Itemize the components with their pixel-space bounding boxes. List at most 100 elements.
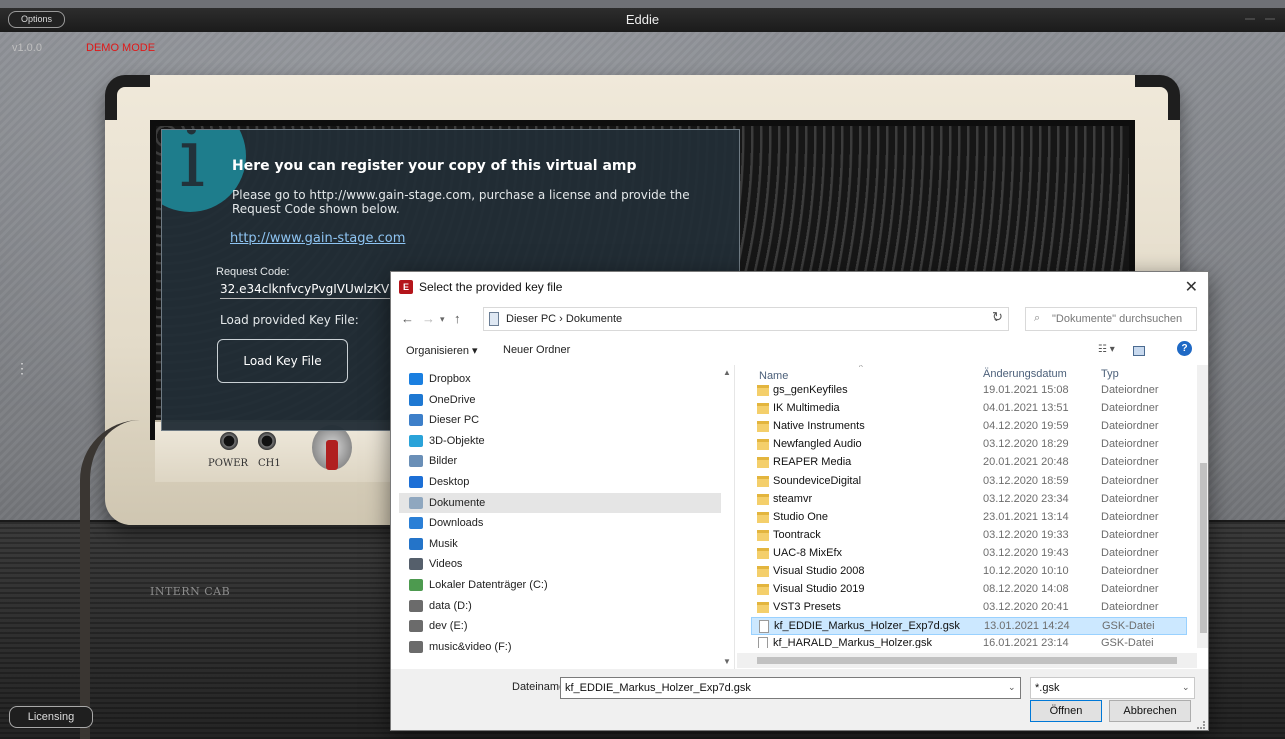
column-name[interactable]: Name: [759, 370, 788, 382]
nav-tree-item[interactable]: Dropbox: [399, 369, 721, 389]
folder-icon: [409, 558, 423, 571]
file-type: Dateiordner: [1101, 384, 1159, 396]
open-button[interactable]: Öffnen: [1030, 700, 1102, 722]
file-row[interactable]: Newfangled Audio 03.12.2020 18:29 Dateiord…: [751, 436, 1187, 454]
cancel-button[interactable]: Abbrechen: [1109, 700, 1191, 722]
file-row[interactable]: steamvr 03.12.2020 23:34 Dateiordner: [751, 491, 1187, 509]
scrollbar-thumb[interactable]: [1200, 463, 1207, 633]
file-name: kf_HARALD_Markus_Holzer.gsk: [773, 637, 932, 648]
column-date[interactable]: Änderungsdatum: [983, 368, 1067, 380]
file-list: ^ Name Änderungsdatum Typ gs_genKeyfiles…: [737, 365, 1197, 648]
minimize-icon[interactable]: [1245, 18, 1255, 20]
load-key-file-button[interactable]: Load Key File: [217, 339, 348, 383]
file-date: 23.01.2021 13:14: [983, 510, 1069, 523]
file-row[interactable]: kf_HARALD_Markus_Holzer.gsk 16.01.2021 23…: [751, 635, 1187, 648]
chevron-down-icon[interactable]: ⌄: [1182, 682, 1190, 693]
nav-tree-item[interactable]: Desktop: [399, 472, 721, 492]
help-icon[interactable]: ?: [1177, 341, 1192, 356]
file-row[interactable]: Native Instruments 04.12.2020 19:59 Dateio…: [751, 418, 1187, 436]
up-arrow-icon[interactable]: ↑: [454, 311, 461, 326]
power-jack[interactable]: [220, 432, 238, 450]
amp-corner: [1135, 75, 1180, 120]
file-row[interactable]: REAPER Media 20.01.2021 20:48 Dateiordner: [751, 454, 1187, 472]
folder-icon: [757, 547, 769, 559]
file-open-dialog: E Select the provided key file ✕ ← → ▾ ↑…: [390, 271, 1209, 731]
file-row[interactable]: Toontrack 03.12.2020 19:33 Dateiordner: [751, 527, 1187, 545]
file-row[interactable]: Studio One 23.01.2021 13:14 Dateiordner: [751, 509, 1187, 527]
file-date: 03.12.2020 19:43: [983, 546, 1069, 559]
file-row[interactable]: UAC-8 MixEfx 03.12.2020 19:43 Dateiordner: [751, 545, 1187, 563]
folder-icon: [409, 455, 423, 468]
ch1-jack[interactable]: [258, 432, 276, 450]
back-arrow-icon[interactable]: ←: [401, 311, 414, 326]
address-bar[interactable]: Dieser PC › Dokumente ⌄: [483, 307, 1009, 331]
app-titlebar: Options Eddie: [0, 8, 1285, 32]
filename-field[interactable]: kf_EDDIE_Markus_Holzer_Exp7d.gsk: [560, 677, 1021, 699]
nav-tree-item[interactable]: music&video (F:): [399, 637, 721, 657]
folder-icon: [409, 414, 423, 427]
file-row[interactable]: SoundeviceDigital 03.12.2020 18:59 Dateior…: [751, 473, 1187, 491]
nav-tree-item[interactable]: Bilder: [399, 451, 721, 471]
nav-tree-item[interactable]: data (D:): [399, 596, 721, 616]
vertical-scrollbar[interactable]: [1197, 365, 1208, 648]
breadcrumb[interactable]: Dieser PC › Dokumente: [506, 313, 622, 325]
file-date: 03.12.2020 18:59: [983, 474, 1069, 487]
scroll-up-icon[interactable]: ▲: [723, 368, 731, 377]
navigation-tree: Dropbox OneDrive Dieser PC 3D-Objekte Bilder…: [391, 365, 735, 669]
preview-pane-icon[interactable]: [1133, 346, 1145, 356]
search-input[interactable]: ⌕ "Dokumente" durchsuchen: [1025, 307, 1197, 331]
view-options-icon[interactable]: ☷ ▾: [1098, 344, 1115, 355]
folder-icon: [409, 537, 423, 550]
file-name: Newfangled Audio: [773, 438, 862, 451]
folder-icon: [409, 517, 423, 530]
app-title: Eddie: [625, 12, 660, 27]
scrollbar-thumb[interactable]: [757, 657, 1177, 664]
licensing-button[interactable]: Licensing: [9, 706, 93, 728]
file-row[interactable]: IK Multimedia 04.01.2021 13:51 Dateiordner: [751, 400, 1187, 418]
recent-locations-icon[interactable]: ▾: [440, 314, 445, 325]
folder-icon: [757, 566, 769, 577]
nav-tree-item[interactable]: Dokumente: [399, 492, 721, 513]
chevron-down-icon[interactable]: ⌄: [1008, 682, 1016, 693]
amp-corner: [105, 75, 150, 120]
gain-stage-link[interactable]: http://www.gain-stage.com: [230, 231, 405, 246]
nav-tree-item[interactable]: Musik: [399, 534, 721, 554]
folder-icon: [757, 584, 769, 596]
refresh-icon[interactable]: ↻: [992, 309, 1003, 325]
column-type[interactable]: Typ: [1101, 368, 1119, 380]
close-icon[interactable]: ✕: [1185, 277, 1198, 297]
nav-tree-item[interactable]: Lokaler Datenträger (C:): [399, 575, 721, 595]
nav-tree-label: Lokaler Datenträger (C:): [429, 579, 548, 591]
nav-tree-label: 3D-Objekte: [429, 434, 485, 447]
forward-arrow-icon[interactable]: →: [422, 311, 435, 326]
file-row[interactable]: Visual Studio 2008 10.12.2020 10:10 Dateio…: [751, 563, 1187, 581]
file-row[interactable]: Visual Studio 2019 08.12.2020 14:08 Dateio…: [751, 581, 1187, 599]
folder-icon: [757, 602, 769, 614]
nav-tree-item[interactable]: dev (E:): [399, 616, 721, 636]
file-row[interactable]: VST3 Presets 03.12.2020 20:41 Dateiordner: [751, 599, 1187, 617]
close-app-icon[interactable]: [1265, 18, 1275, 20]
horizontal-scrollbar[interactable]: [737, 653, 1197, 668]
file-row[interactable]: gs_genKeyfiles 19.01.2021 15:08 Dateiordne…: [751, 382, 1187, 400]
file-row[interactable]: kf_EDDIE_Markus_Holzer_Exp7d.gsk 13.01.20…: [751, 617, 1187, 636]
scroll-down-icon[interactable]: ▼: [723, 657, 731, 666]
nav-tree-item[interactable]: OneDrive: [399, 390, 721, 410]
file-type-select[interactable]: *.gsk: [1030, 677, 1195, 699]
folder-icon: [409, 373, 423, 385]
nav-tree-item[interactable]: 3D-Objekte: [399, 431, 721, 451]
organize-button[interactable]: Organisieren ▾: [406, 344, 478, 357]
file-type: Dateiordner: [1101, 528, 1159, 541]
nav-tree-item[interactable]: Downloads: [399, 513, 721, 533]
app-icon: E: [399, 280, 413, 294]
version-label: v1.0.0: [12, 42, 42, 54]
resize-grip-icon[interactable]: [1197, 721, 1205, 729]
new-folder-button[interactable]: Neuer Ordner: [503, 344, 570, 356]
file-icon: [758, 637, 768, 648]
request-code-field[interactable]: 32.e34clknfvcyPvgIVUwlzKVkl: [220, 282, 400, 299]
file-type: Dateiordner: [1101, 510, 1159, 523]
demo-mode-label: DEMO MODE: [86, 42, 156, 54]
search-placeholder: "Dokumente" durchsuchen: [1052, 313, 1183, 325]
file-date: 03.12.2020 23:34: [983, 492, 1069, 505]
nav-tree-item[interactable]: Videos: [399, 554, 721, 574]
nav-tree-item[interactable]: Dieser PC: [399, 410, 721, 430]
